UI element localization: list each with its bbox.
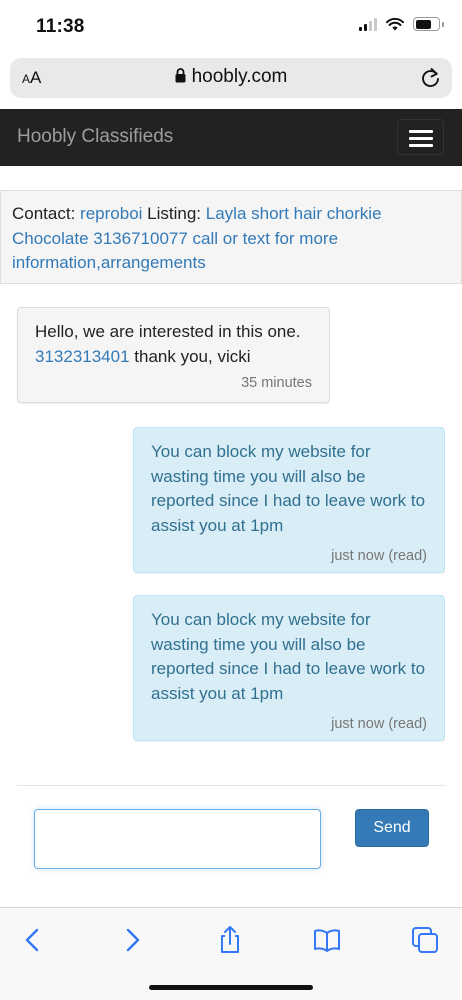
message-text: You can block my website for wasting tim…: [151, 610, 426, 703]
wifi-icon: [386, 17, 404, 30]
outgoing-message: You can block my website for wasting tim…: [133, 427, 445, 573]
url-text: hoobly.com: [191, 66, 288, 87]
hamburger-icon: [409, 130, 433, 133]
message-text: You can block my website for wasting tim…: [151, 442, 426, 535]
status-time: 11:38: [36, 16, 85, 37]
bookmarks-icon[interactable]: [312, 925, 342, 955]
divider: [17, 785, 445, 786]
contact-label: Contact:: [12, 204, 76, 223]
home-indicator: [149, 985, 313, 990]
site-navbar: Hoobly Classifieds: [0, 109, 462, 166]
site-brand[interactable]: Hoobly Classifieds: [17, 126, 173, 148]
message-text: Hello, we are interested in this one.: [35, 322, 301, 341]
reload-icon[interactable]: [420, 67, 441, 89]
send-button[interactable]: Send: [355, 809, 429, 847]
address-bar[interactable]: AA hoobly.com: [10, 58, 452, 98]
message-time: just now (read): [331, 716, 427, 732]
cellular-signal-icon: [359, 17, 377, 31]
tabs-icon[interactable]: [410, 925, 440, 955]
contact-user-link[interactable]: reproboi: [80, 204, 142, 223]
message-time: just now (read): [331, 548, 427, 564]
status-icons: [359, 17, 444, 31]
menu-toggle-button[interactable]: [397, 119, 444, 155]
phone-link[interactable]: 3132313401: [35, 347, 130, 366]
battery-icon: [413, 17, 444, 31]
outgoing-message: You can block my website for wasting tim…: [133, 595, 445, 741]
reply-input[interactable]: [34, 809, 321, 869]
back-icon[interactable]: [18, 925, 48, 955]
forward-icon[interactable]: [117, 925, 147, 955]
status-bar: 11:38: [0, 0, 462, 50]
share-icon[interactable]: [215, 925, 245, 955]
lock-icon: [175, 68, 186, 83]
message-time: 35 minutes: [241, 375, 312, 391]
incoming-message: Hello, we are interested in this one. 31…: [17, 307, 330, 403]
message-text: thank you, vicki: [134, 346, 251, 366]
url-display[interactable]: hoobly.com: [10, 66, 452, 88]
listing-label: Listing:: [147, 204, 202, 223]
conversation-header: Contact: reproboi Listing: Layla short h…: [0, 190, 462, 284]
